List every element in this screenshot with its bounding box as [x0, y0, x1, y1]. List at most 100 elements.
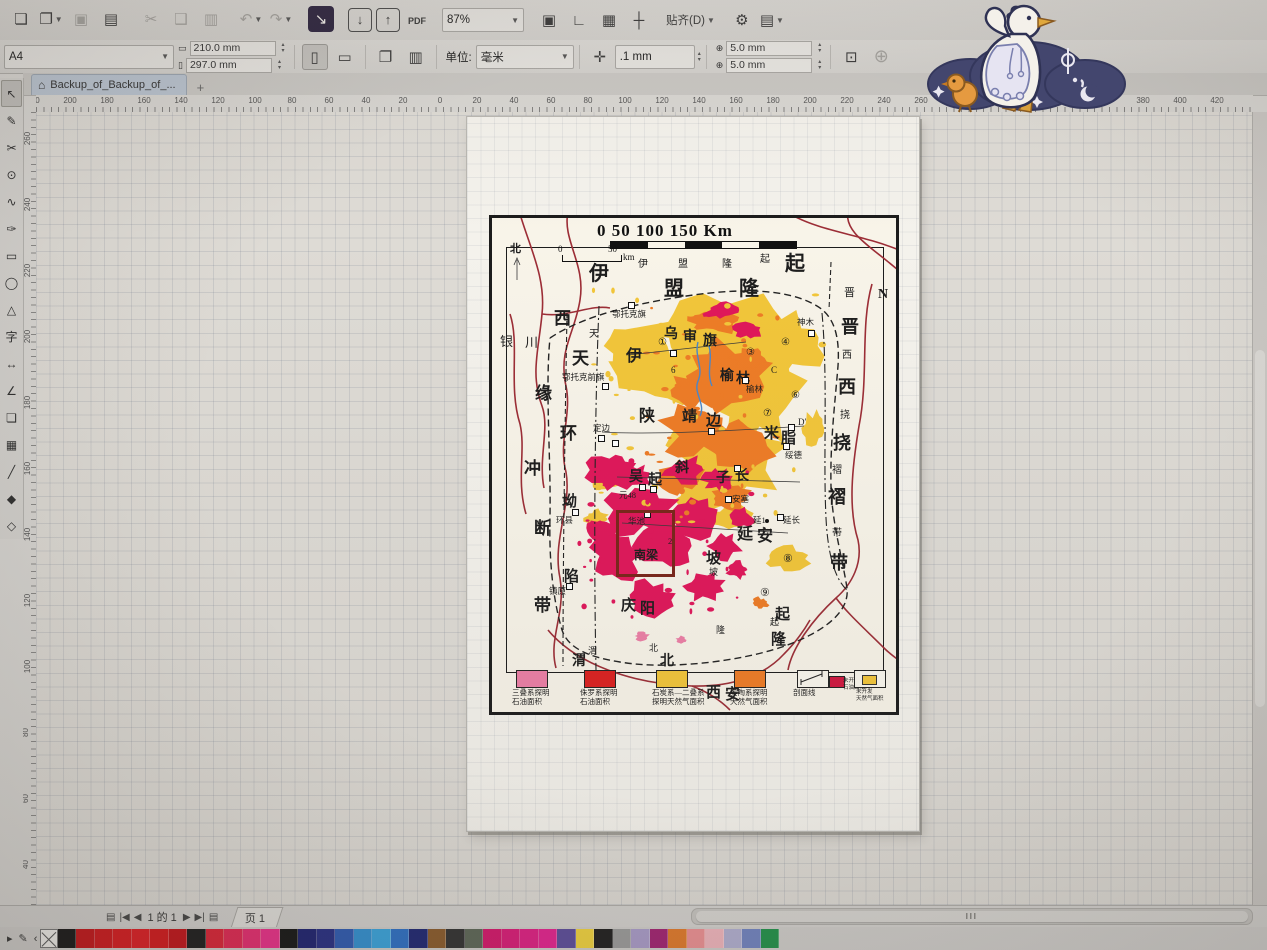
- undo-button[interactable]: ↶▼: [238, 6, 264, 32]
- options-gear-button[interactable]: ⚙: [729, 7, 755, 33]
- spinner[interactable]: ▴▾: [278, 59, 281, 71]
- palette-swatch[interactable]: [224, 929, 243, 948]
- redo-button[interactable]: ↷▼: [268, 6, 294, 32]
- palette-swatch[interactable]: [428, 929, 447, 948]
- shape-tool[interactable]: ✎: [1, 107, 22, 134]
- palette-swatch[interactable]: [631, 929, 650, 948]
- palette-swatch[interactable]: [594, 929, 613, 948]
- dimension-tool[interactable]: ↔: [1, 350, 22, 377]
- palette-swatch[interactable]: [113, 929, 132, 948]
- palette-swatch[interactable]: [206, 929, 225, 948]
- palette-swatch[interactable]: [335, 929, 354, 948]
- palette-swatch[interactable]: [76, 929, 95, 948]
- eyedropper-tool[interactable]: ╱: [1, 458, 22, 485]
- page-nav-button[interactable]: |◀: [119, 912, 129, 923]
- zoom-tool[interactable]: ⊙: [1, 161, 22, 188]
- page-nav-button[interactable]: ▤: [106, 912, 115, 923]
- palette-swatch[interactable]: [132, 929, 151, 948]
- connector-tool[interactable]: ∠: [1, 377, 22, 404]
- save-button[interactable]: ▣: [68, 6, 94, 32]
- paste-button[interactable]: ▥: [198, 6, 224, 32]
- palette-scroll-button[interactable]: ▸: [7, 932, 13, 945]
- palette-swatch[interactable]: [187, 929, 206, 948]
- spinner[interactable]: ▴▾: [818, 42, 821, 54]
- palette-scroll-button[interactable]: ‹: [34, 933, 38, 945]
- all-pages-button[interactable]: ❐: [373, 44, 399, 70]
- new-document-button[interactable]: ❏: [8, 6, 34, 32]
- current-page-button[interactable]: ▥: [403, 44, 429, 70]
- palette-swatch[interactable]: [520, 929, 539, 948]
- nudge-distance-field[interactable]: .1 mm: [615, 45, 695, 69]
- import-button[interactable]: ↓: [348, 8, 372, 32]
- palette-swatch[interactable]: [576, 929, 595, 948]
- treat-as-filled-button[interactable]: ⊡: [838, 44, 864, 70]
- palette-swatch[interactable]: [391, 929, 410, 948]
- palette-swatch[interactable]: [261, 929, 280, 948]
- palette-swatch[interactable]: [298, 929, 317, 948]
- polygon-tool[interactable]: △: [1, 296, 22, 323]
- palette-swatch[interactable]: [58, 929, 77, 948]
- palette-swatch[interactable]: [650, 929, 669, 948]
- cut-button[interactable]: ✂: [138, 6, 164, 32]
- page-nav-button[interactable]: ▶|: [195, 912, 205, 923]
- palette-swatch[interactable]: [169, 929, 188, 948]
- interactive-fill-tool[interactable]: ◆: [1, 485, 22, 512]
- palette-swatch[interactable]: [742, 929, 761, 948]
- palette-swatch[interactable]: [557, 929, 576, 948]
- zoom-level-combo[interactable]: 87% ▼: [442, 8, 524, 32]
- spinner[interactable]: ▴▾: [818, 59, 821, 71]
- spinner[interactable]: ▴▾: [698, 51, 701, 63]
- duplicate-x-field[interactable]: 5.0 mm: [726, 41, 812, 56]
- units-combo[interactable]: 毫米 ▼: [476, 45, 574, 69]
- portrait-button[interactable]: ▯: [302, 44, 328, 70]
- mesh-fill-tool[interactable]: ▦: [1, 431, 22, 458]
- page-height-field[interactable]: 297.0 mm: [186, 58, 272, 73]
- palette-swatch[interactable]: [761, 929, 780, 948]
- document-tab[interactable]: ⌂ Backup_of_Backup_of_...: [31, 74, 187, 95]
- palette-swatch[interactable]: [280, 929, 299, 948]
- palette-swatch[interactable]: [483, 929, 502, 948]
- palette-swatch[interactable]: [502, 929, 521, 948]
- palette-swatch[interactable]: [372, 929, 391, 948]
- palette-swatch[interactable]: [613, 929, 632, 948]
- horizontal-scrollbar[interactable]: [691, 908, 1253, 925]
- page-nav-button[interactable]: ◀: [134, 912, 142, 923]
- palette-swatch[interactable]: [539, 929, 558, 948]
- copy-button[interactable]: ❑: [168, 6, 194, 32]
- page-preset-combo[interactable]: A4 ▼: [4, 45, 174, 69]
- pick-tool[interactable]: ↖: [1, 80, 22, 107]
- rectangle-tool[interactable]: ▭: [1, 242, 22, 269]
- palette-swatch[interactable]: [243, 929, 262, 948]
- vertical-ruler[interactable]: 260240220200180160140120100806040: [23, 112, 37, 905]
- rulers-button[interactable]: ∟: [566, 7, 592, 33]
- page-tab[interactable]: 页 1: [231, 907, 284, 928]
- palette-scroll-button[interactable]: ✎: [19, 932, 28, 945]
- guidelines-button[interactable]: ┼: [626, 7, 652, 33]
- text-tool[interactable]: 字: [1, 323, 22, 350]
- ellipse-tool[interactable]: ◯: [1, 269, 22, 296]
- vertical-scrollbar[interactable]: [1252, 112, 1267, 905]
- print-button[interactable]: ▤: [98, 6, 124, 32]
- palette-swatch[interactable]: [150, 929, 169, 948]
- palette-swatch[interactable]: [705, 929, 724, 948]
- open-button[interactable]: ❐▼: [38, 6, 64, 32]
- outline-tool[interactable]: ◇: [1, 512, 22, 539]
- freehand-tool[interactable]: ∿: [1, 188, 22, 215]
- palette-swatch[interactable]: [687, 929, 706, 948]
- palette-swatch[interactable]: [317, 929, 336, 948]
- landscape-button[interactable]: ▭: [332, 44, 358, 70]
- launch-button[interactable]: ↘: [308, 6, 334, 32]
- export-button[interactable]: ↑: [376, 8, 400, 32]
- palette-swatch[interactable]: [465, 929, 484, 948]
- ordos-basin-map[interactable]: 0 50 100 150 Km 0 50 km 三叠系探明石油面积侏罗系探明石油…: [489, 215, 899, 715]
- page-nav-button[interactable]: ▤: [209, 912, 218, 923]
- pdf-export-button[interactable]: PDF: [404, 8, 430, 34]
- palette-swatch[interactable]: [668, 929, 687, 948]
- page-width-field[interactable]: 210.0 mm: [190, 41, 276, 56]
- palette-swatch[interactable]: [409, 929, 428, 948]
- shadow-tool[interactable]: ❏: [1, 404, 22, 431]
- dockers-button[interactable]: ▤▼: [759, 7, 785, 33]
- fullscreen-button[interactable]: ▣: [536, 7, 562, 33]
- add-button[interactable]: ⊕: [868, 44, 894, 70]
- palette-swatch[interactable]: [724, 929, 743, 948]
